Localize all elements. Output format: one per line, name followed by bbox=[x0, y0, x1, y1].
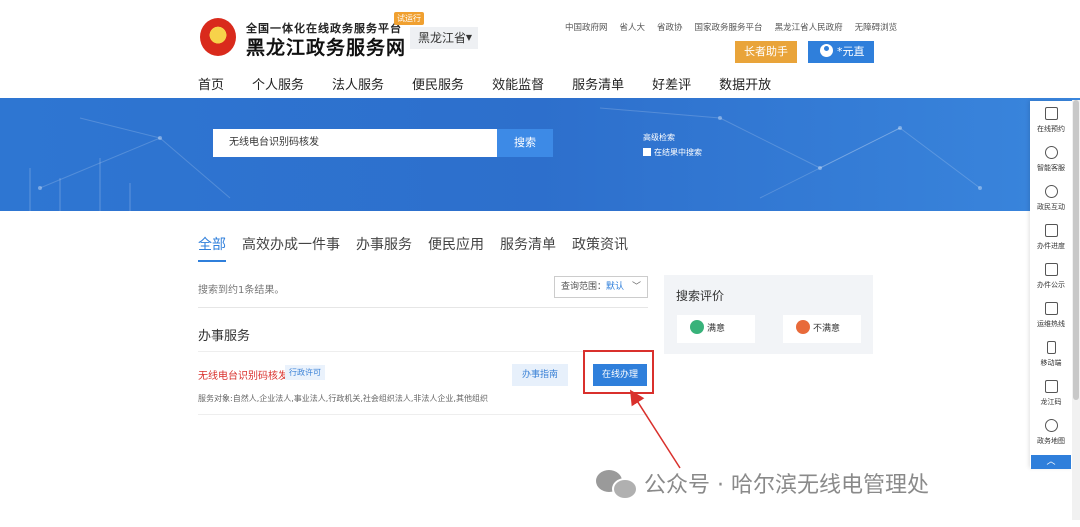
tab-one-thing[interactable]: 高效办成一件事 bbox=[242, 234, 340, 254]
sidebar-item-progress[interactable]: 办件进度 bbox=[1030, 224, 1072, 251]
top-link-provincial-gov[interactable]: 黑龙江省人民政府 bbox=[775, 21, 843, 33]
qrcode-icon bbox=[1044, 380, 1058, 393]
top-links: 中国政府网 省人大 省政协 国家政务服务平台 黑龙江省人民政府 无障碍浏览 bbox=[565, 21, 897, 33]
province-label: 黑龙江省 bbox=[418, 31, 467, 45]
sidebar-item-mobile[interactable]: 移动端 bbox=[1030, 341, 1072, 368]
section-title: 办事服务 bbox=[198, 329, 251, 344]
top-link-gov[interactable]: 中国政府网 bbox=[565, 21, 608, 33]
headset-icon bbox=[1044, 146, 1058, 159]
divider bbox=[198, 307, 648, 308]
sidebar-item-appointment[interactable]: 在线预约 bbox=[1030, 107, 1072, 134]
national-emblem-icon[interactable] bbox=[200, 18, 236, 56]
wechat-icon bbox=[596, 468, 638, 500]
result-item-tag: 行政许可 bbox=[285, 365, 325, 380]
search-within-results[interactable]: 在结果中搜索 bbox=[643, 147, 702, 158]
trial-badge: 试运行 bbox=[394, 12, 424, 25]
user-name: *元直 bbox=[837, 45, 865, 58]
advanced-search-link[interactable]: 高级检索 bbox=[643, 132, 675, 143]
unsatisfied-button[interactable]: 不满意 bbox=[783, 315, 861, 343]
scrollbar-thumb[interactable] bbox=[1073, 100, 1079, 400]
nav-open-data[interactable]: 数据开放 bbox=[719, 74, 771, 93]
logo-title[interactable]: 黑龙江政务服务网 bbox=[246, 33, 406, 60]
nav-home[interactable]: 首页 bbox=[198, 74, 224, 93]
map-pin-icon bbox=[1044, 419, 1058, 432]
service-guide-button[interactable]: 办事指南 bbox=[512, 364, 568, 386]
search-button[interactable]: 搜索 bbox=[497, 129, 553, 157]
nav-supervision[interactable]: 效能监督 bbox=[492, 74, 544, 93]
evaluation-title: 搜索评价 bbox=[676, 289, 725, 303]
frown-icon bbox=[796, 320, 810, 334]
nav-convenience[interactable]: 便民服务 bbox=[412, 74, 464, 93]
search-doc-icon bbox=[1044, 224, 1058, 237]
calendar-icon bbox=[1044, 107, 1058, 120]
sidebar-item-hotline[interactable]: 运维热线 bbox=[1030, 302, 1072, 329]
sidebar-item-publicity[interactable]: 办件公示 bbox=[1030, 263, 1072, 290]
divider bbox=[198, 414, 648, 415]
scope-label: 查询范围： bbox=[561, 282, 607, 292]
tab-all[interactable]: 全部 bbox=[198, 234, 226, 254]
top-link-cppcc[interactable]: 省政协 bbox=[657, 21, 683, 33]
scope-value: 默认 bbox=[606, 282, 625, 292]
top-link-npc[interactable]: 省人大 bbox=[620, 21, 646, 33]
tab-services[interactable]: 办事服务 bbox=[356, 234, 412, 254]
elder-assistant-button[interactable]: 长者助手 bbox=[735, 41, 797, 63]
main-nav: 首页 个人服务 法人服务 便民服务 效能监督 服务清单 好差评 数据开放 bbox=[198, 74, 799, 93]
province-selector[interactable]: 黑龙江省 ▼ bbox=[410, 27, 478, 49]
user-avatar-icon bbox=[820, 44, 833, 57]
active-tab-indicator bbox=[198, 260, 226, 262]
sidebar-item-longjiang-code[interactable]: 龙江码 bbox=[1030, 380, 1072, 407]
result-item-description: 服务对象:自然人,企业法人,事业法人,行政机关,社会组织法人,非法人企业,其他组… bbox=[198, 394, 488, 403]
nav-evaluation[interactable]: 好差评 bbox=[652, 74, 691, 93]
search-within-label: 在结果中搜索 bbox=[654, 148, 702, 157]
highlight-annotation-box bbox=[583, 350, 654, 394]
satisfied-label: 满意 bbox=[707, 324, 726, 334]
site-header: 全国一体化在线政务服务平台 黑龙江政务服务网 试运行 黑龙江省 ▼ 中国政府网 … bbox=[0, 0, 1080, 100]
top-link-national-platform[interactable]: 国家政务服务平台 bbox=[695, 21, 763, 33]
result-item-title[interactable]: 无线电台识别码核发 bbox=[198, 367, 288, 382]
unsatisfied-label: 不满意 bbox=[813, 324, 841, 334]
edit-icon bbox=[1044, 302, 1058, 315]
nav-service-list[interactable]: 服务清单 bbox=[572, 74, 624, 93]
search-scope-select[interactable]: 查询范围：默认 ﹀ bbox=[554, 276, 648, 298]
briefcase-icon bbox=[1044, 263, 1058, 276]
sidebar-item-customer-service[interactable]: 智能客服 bbox=[1030, 146, 1072, 173]
mobile-icon bbox=[1046, 341, 1056, 354]
tab-service-list[interactable]: 服务清单 bbox=[500, 234, 556, 254]
nav-personal[interactable]: 个人服务 bbox=[252, 74, 304, 93]
satisfied-button[interactable]: 满意 bbox=[677, 315, 755, 343]
top-link-accessibility[interactable]: 无障碍浏览 bbox=[855, 21, 898, 33]
tab-apps[interactable]: 便民应用 bbox=[428, 234, 484, 254]
chevron-down-icon: ﹀ bbox=[631, 282, 641, 292]
result-tabs: 全部 高效办成一件事 办事服务 便民应用 服务清单 政策资讯 bbox=[198, 234, 644, 254]
divider bbox=[198, 351, 648, 352]
wechat-watermark: 公众号 · 哈尔滨无线电管理处 bbox=[596, 467, 929, 500]
nav-legal-person[interactable]: 法人服务 bbox=[332, 74, 384, 93]
caret-down-icon: ▼ bbox=[465, 33, 472, 42]
result-count: 搜索到约1条结果。 bbox=[198, 285, 285, 296]
sidebar-item-interaction[interactable]: 政民互动 bbox=[1030, 185, 1072, 212]
sidebar-item-map[interactable]: 政务地图 bbox=[1030, 419, 1072, 446]
search-within-checkbox[interactable] bbox=[643, 148, 651, 156]
search-input[interactable]: 无线电台识别码核发 bbox=[213, 129, 497, 157]
chat-icon bbox=[1044, 185, 1058, 198]
tab-policy[interactable]: 政策资讯 bbox=[572, 234, 628, 254]
right-floating-sidebar: 在线预约 智能客服 政民互动 办件进度 办件公示 运维热线 移动端 龙江码 政务… bbox=[1030, 101, 1072, 468]
watermark-text: 公众号 · 哈尔滨无线电管理处 bbox=[644, 473, 929, 498]
smile-icon bbox=[690, 320, 704, 334]
user-button[interactable]: *元直 bbox=[808, 41, 874, 63]
back-to-top-button[interactable]: ︿ bbox=[1031, 455, 1071, 469]
